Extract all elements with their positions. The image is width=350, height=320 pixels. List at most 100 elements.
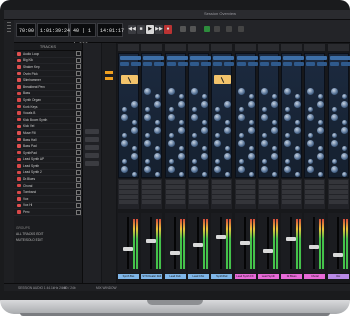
track-row[interactable]: Kick Boom Synth [14, 117, 82, 124]
eq-knob[interactable] [155, 94, 161, 99]
eq-knob[interactable] [317, 153, 325, 160]
track-row[interactable]: Slimhammer [14, 77, 82, 84]
eq-knob[interactable] [191, 159, 197, 164]
eq-knob[interactable] [131, 153, 138, 160]
insert-slot[interactable] [119, 195, 138, 199]
volume-fader[interactable] [286, 237, 297, 241]
insert-slot[interactable] [282, 185, 302, 189]
channel-name[interactable]: Lead Synth [257, 274, 279, 279]
track-visibility-icon[interactable] [76, 71, 81, 77]
eq-knob[interactable] [285, 107, 291, 112]
eq-knob[interactable] [177, 153, 185, 160]
eq-knob[interactable] [330, 166, 338, 173]
eq-knob[interactable] [214, 114, 222, 121]
insert-slot[interactable] [212, 185, 232, 189]
insert-slot[interactable] [258, 190, 278, 194]
eq-knob[interactable] [178, 172, 184, 177]
eq-knob[interactable] [318, 172, 324, 177]
plugin-slot[interactable] [189, 56, 211, 60]
eq-knob[interactable] [294, 127, 302, 134]
track-visibility-icon[interactable] [76, 209, 81, 215]
eq-knob[interactable] [215, 159, 221, 164]
insert-slot[interactable] [235, 190, 255, 194]
plugin-preset[interactable] [306, 62, 316, 66]
eq-knob[interactable] [237, 140, 245, 147]
track-row[interactable]: Muse Fill [14, 130, 82, 137]
eq-knob[interactable] [131, 127, 138, 134]
eq-knob[interactable] [238, 159, 244, 164]
eq-knob[interactable] [307, 140, 315, 147]
track-row[interactable]: SynthPad [14, 150, 82, 157]
plugin-slot[interactable] [236, 56, 258, 60]
eq-knob[interactable] [260, 140, 268, 147]
plugin-preset[interactable] [236, 62, 246, 66]
eq-knob[interactable] [330, 114, 338, 121]
insert-slot[interactable] [142, 190, 162, 194]
track-visibility-icon[interactable] [76, 84, 81, 90]
tool-button[interactable] [85, 145, 99, 150]
eq-knob[interactable] [341, 94, 347, 99]
eq-knob[interactable] [121, 140, 128, 147]
eq-knob[interactable] [225, 120, 231, 125]
insert-slot[interactable] [119, 180, 138, 184]
insert-slot[interactable] [328, 200, 348, 204]
eq-knob[interactable] [284, 166, 292, 173]
eq-knob[interactable] [318, 94, 324, 99]
eq-knob[interactable] [294, 101, 302, 108]
track-row[interactable]: Tomband [14, 189, 82, 197]
insert-slot[interactable] [258, 200, 278, 204]
insert-slot[interactable] [188, 185, 208, 189]
eq-knob[interactable] [247, 153, 255, 160]
insert-slot[interactable] [282, 200, 302, 204]
eq-knob[interactable] [331, 133, 337, 138]
eq-knob[interactable] [121, 166, 128, 173]
insert-slot[interactable] [328, 190, 348, 194]
plugin-slot[interactable] [120, 56, 141, 60]
eq-knob[interactable] [200, 153, 208, 160]
eq-knob[interactable] [122, 133, 127, 138]
eq-knob[interactable] [260, 88, 268, 95]
plugin-slot[interactable] [306, 56, 328, 60]
eq-knob[interactable] [191, 107, 197, 112]
eq-knob[interactable] [132, 146, 137, 151]
eq-knob[interactable] [295, 172, 301, 177]
channel-name[interactable]: Choral [304, 274, 326, 279]
track-row[interactable]: Choral [14, 183, 82, 190]
track-visibility-icon[interactable] [76, 137, 81, 143]
insert-slot[interactable] [305, 200, 325, 204]
plugin-preset[interactable] [189, 62, 199, 66]
track-row[interactable]: Vox Hi [14, 202, 82, 210]
eq-knob[interactable] [214, 166, 222, 173]
track-visibility-icon[interactable] [76, 77, 81, 83]
eq-knob[interactable] [154, 101, 162, 108]
track-visibility-icon[interactable] [76, 51, 81, 57]
track-row[interactable]: Ovrtn Pick [14, 71, 82, 78]
eq-knob[interactable] [317, 127, 325, 134]
plugin-preset[interactable] [143, 62, 153, 66]
eq-knob[interactable] [270, 127, 278, 134]
track-visibility-icon[interactable] [76, 104, 81, 110]
eq-knob[interactable] [177, 127, 185, 134]
eq-knob[interactable] [237, 166, 245, 173]
eq-knob[interactable] [190, 140, 198, 147]
eq-knob[interactable] [237, 88, 245, 95]
insert-slot[interactable] [328, 185, 348, 189]
rewind-button[interactable]: ◀◀ [128, 25, 136, 34]
track-row[interactable]: Lead Synth 2 [14, 169, 82, 177]
track-row[interactable]: Bass Pad [14, 143, 82, 150]
eq-knob[interactable] [341, 172, 347, 177]
eq-knob[interactable] [144, 114, 152, 121]
track-row[interactable]: Big Kik [14, 57, 82, 65]
track-row[interactable]: Perc [14, 209, 82, 216]
eq-knob[interactable] [260, 166, 268, 173]
track-row[interactable]: Audio Loop [14, 51, 82, 58]
track-row[interactable]: Kick Vel [14, 123, 82, 131]
insert-slot[interactable] [305, 185, 325, 189]
eq-knob[interactable] [308, 107, 314, 112]
insert-slot[interactable] [165, 200, 185, 204]
eq-knob[interactable] [307, 114, 315, 121]
track-row[interactable]: Lead Synth [14, 163, 82, 170]
insert-slot[interactable] [258, 185, 278, 189]
plugin-slot[interactable] [283, 56, 305, 60]
eq-knob[interactable] [308, 159, 314, 164]
